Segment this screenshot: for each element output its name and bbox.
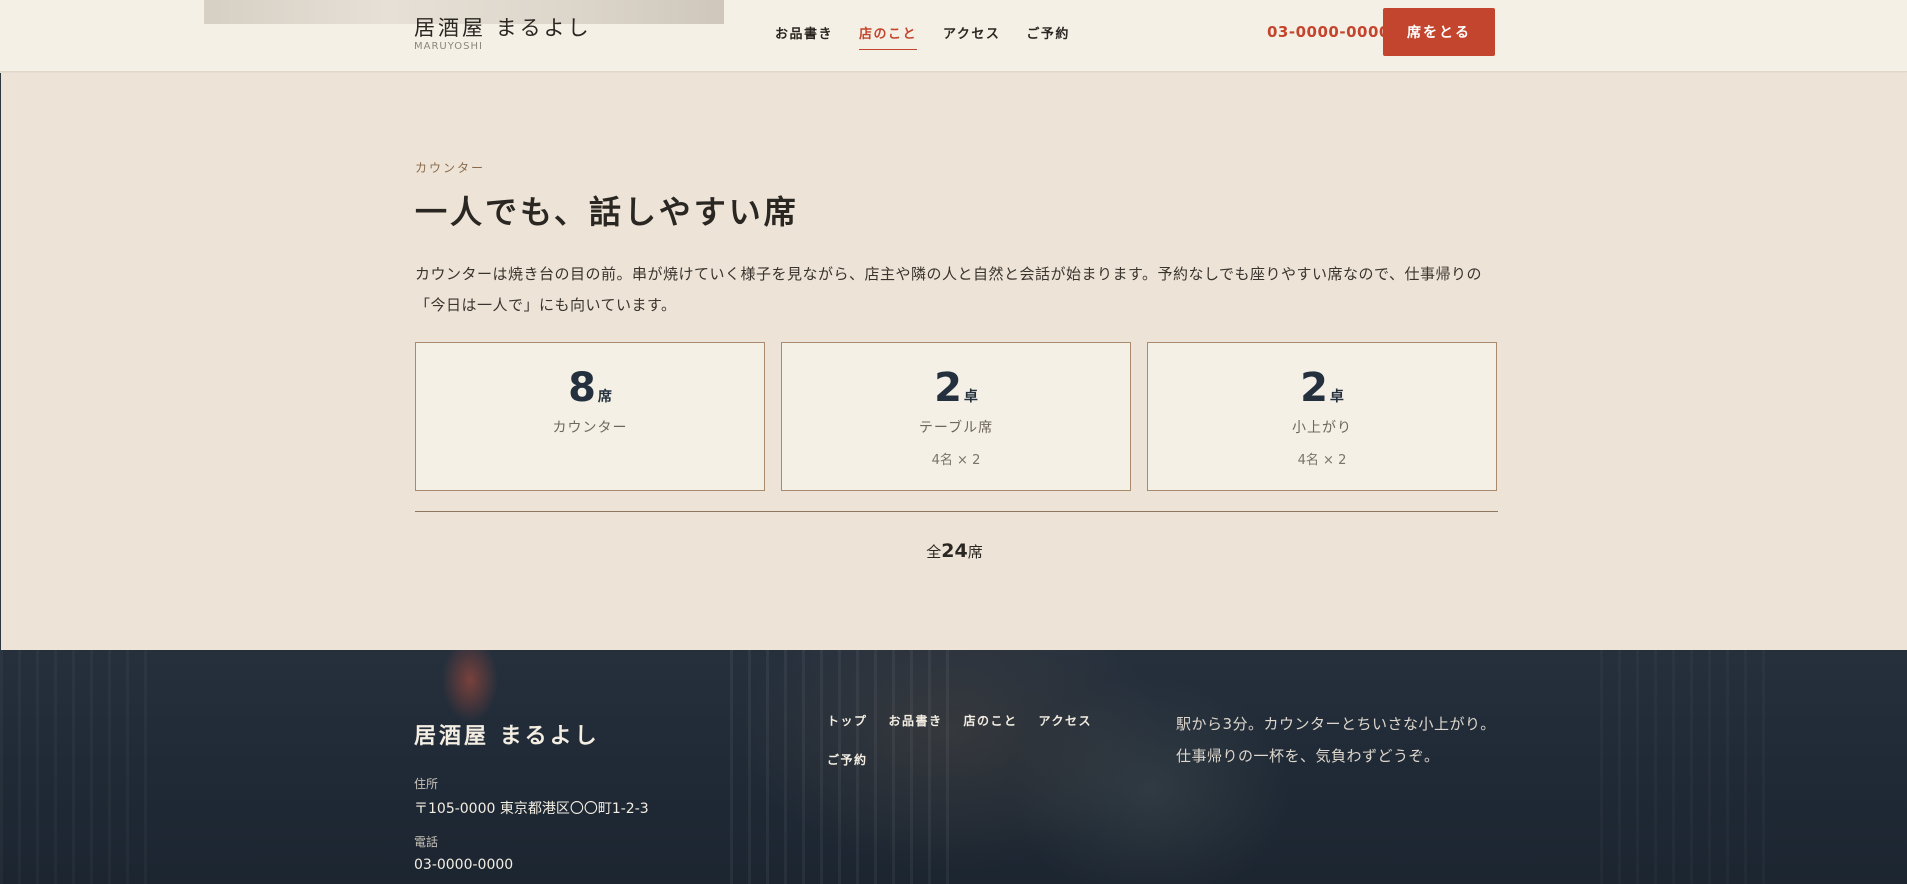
section-lead: カウンターは焼き台の目の前。串が焼けていく様子を見ながら、店主や隣の人と自然と会… xyxy=(415,265,1482,314)
footer-nav-access[interactable]: アクセス xyxy=(1039,712,1092,729)
footer-address-label: 住所 xyxy=(414,777,439,791)
footer-nav: トップ お品書き 店のこと アクセス ご予約 xyxy=(827,712,1117,768)
nav-item-menu[interactable]: お品書き xyxy=(775,23,833,50)
nav-item-access[interactable]: アクセス xyxy=(943,23,1000,50)
site-logo[interactable]: 居酒屋 まるよし xyxy=(414,12,592,42)
footer-nav-menu[interactable]: お品書き xyxy=(889,712,943,729)
seat-card-table: 2 卓 テーブル席 4名 × 2 xyxy=(781,342,1131,491)
site-footer: 居酒屋 まるよし 住所 〒105-0000 東京都港区〇〇町1-2-3 電話 0… xyxy=(0,650,1907,884)
footer-bg-fence xyxy=(1600,650,1780,884)
section-eyebrow: カウンター xyxy=(415,161,486,175)
seat-count: 2 卓 xyxy=(1300,367,1344,409)
seat-card-counter: 8 席 カウンター xyxy=(415,342,765,491)
site-logo-sub: MARUYOSHI xyxy=(414,41,483,52)
seat-count-number: 2 xyxy=(934,365,962,411)
site-header: 居酒屋 まるよし MARUYOSHI お品書き 店のこと アクセス ご予約 03… xyxy=(0,0,1907,72)
footer-nav-reservation[interactable]: ご予約 xyxy=(827,751,868,768)
header-phone-link[interactable]: 03-0000-0000 xyxy=(1267,23,1390,41)
footer-phone[interactable]: 03-0000-0000 xyxy=(414,857,513,873)
seat-count-unit: 卓 xyxy=(963,389,978,405)
seat-type-label: テーブル席 xyxy=(918,420,994,436)
footer-nav-top[interactable]: トップ xyxy=(827,712,868,729)
main-nav: お品書き 店のこと アクセス ご予約 xyxy=(775,23,1096,50)
total-suffix: 席 xyxy=(967,543,983,561)
reserve-button[interactable]: 席をとる xyxy=(1383,8,1495,56)
section-divider xyxy=(415,511,1498,512)
seat-cards: 8 席 カウンター 2 卓 テーブル席 4名 × 2 2 卓 小上がり 4名 ×… xyxy=(415,342,1497,491)
seat-card-tatami: 2 卓 小上がり 4名 × 2 xyxy=(1147,342,1497,491)
seat-type-label: 小上がり xyxy=(1292,420,1352,436)
total-seats: 全24席 xyxy=(1,540,1907,562)
section-title: 一人でも、話しやすい席 xyxy=(415,193,799,231)
seating-section: カウンター 一人でも、話しやすい席 カウンターは焼き台の目の前。串が焼けていく様… xyxy=(0,73,1907,650)
seat-count: 8 席 xyxy=(568,367,612,409)
seat-capacity-note: 4名 × 2 xyxy=(931,453,981,468)
seat-count-unit: 席 xyxy=(597,389,612,405)
nav-item-reservation[interactable]: ご予約 xyxy=(1026,23,1070,50)
seat-count-number: 8 xyxy=(568,365,596,411)
total-number: 24 xyxy=(941,540,968,562)
footer-address: 〒105-0000 東京都港区〇〇町1-2-3 xyxy=(414,801,649,817)
total-prefix: 全 xyxy=(926,543,942,561)
seat-type-label: カウンター xyxy=(552,420,628,436)
footer-nav-about[interactable]: 店のこと xyxy=(964,712,1018,729)
seat-count: 2 卓 xyxy=(934,367,978,409)
seat-count-number: 2 xyxy=(1300,365,1328,411)
footer-logo[interactable]: 居酒屋 まるよし xyxy=(414,718,600,750)
footer-description: 駅から3分。カウンターとちいさな小上がり。仕事帰りの一杯を、気負わずどうぞ。 xyxy=(1176,715,1496,765)
nav-item-about[interactable]: 店のこと xyxy=(859,23,918,50)
seat-count-unit: 卓 xyxy=(1329,389,1344,405)
footer-phone-label: 電話 xyxy=(414,835,439,849)
seat-capacity-note: 4名 × 2 xyxy=(1297,453,1347,468)
footer-bg-fence xyxy=(0,650,160,884)
